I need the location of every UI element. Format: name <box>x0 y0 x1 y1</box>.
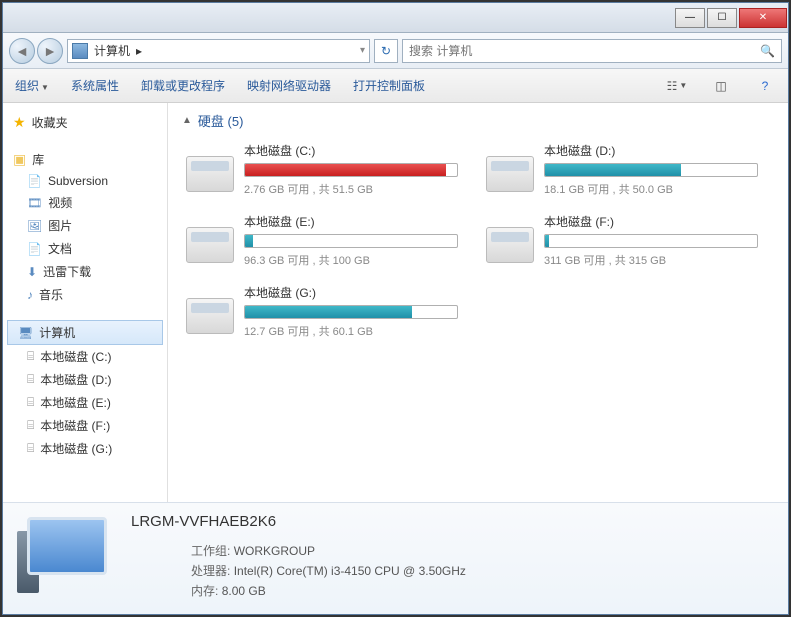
computer-name: LRGM-VVFHAEB2K6 <box>131 513 774 530</box>
details-pane: LRGM-VVFHAEB2K6 工作组: WORKGROUP 处理器: Inte… <box>3 502 788 614</box>
drive-stats: 311 GB 可用 , 共 315 GB <box>544 252 758 268</box>
capacity-bar <box>544 163 758 177</box>
drive-name: 本地磁盘 (E:) <box>244 213 458 230</box>
address-dropdown-icon[interactable]: ▾ <box>360 45 365 56</box>
minimize-button[interactable]: — <box>675 8 705 28</box>
drive-item[interactable]: 本地磁盘 (F:) 311 GB 可用 , 共 315 GB <box>482 209 762 272</box>
capacity-bar <box>244 234 458 248</box>
navbar: ◄ ► 计算机 ▸ ▾ ↻ 🔍 <box>3 33 788 69</box>
sidebar-library-item[interactable]: 📄Subversion <box>3 171 167 191</box>
explorer-window: — ☐ ✕ ◄ ► 计算机 ▸ ▾ ↻ 🔍 组织▼ 系统属性 卸载或更改程序 映… <box>2 2 789 615</box>
workgroup-row: 工作组: WORKGROUP <box>131 542 774 559</box>
drive-name: 本地磁盘 (D:) <box>544 142 758 159</box>
help-icon[interactable]: ? <box>754 75 776 97</box>
drive-stats: 18.1 GB 可用 , 共 50.0 GB <box>544 181 758 197</box>
drive-icon <box>186 227 234 263</box>
drive-icon <box>486 227 534 263</box>
search-input[interactable] <box>409 44 760 58</box>
drive-item[interactable]: 本地磁盘 (G:) 12.7 GB 可用 , 共 60.1 GB <box>182 280 462 343</box>
sidebar-drive-item[interactable]: ⌸本地磁盘 (E:) <box>3 391 167 414</box>
dl-icon: ⬇ <box>27 265 37 279</box>
preview-pane-icon[interactable]: ◫ <box>710 75 732 97</box>
maximize-button[interactable]: ☐ <box>707 8 737 28</box>
sidebar-computer[interactable]: 🖥 计算机 <box>7 320 163 345</box>
nav-history: ◄ ► <box>9 38 63 64</box>
folder-icon: ▣ <box>13 151 26 168</box>
drive-icon: ⌸ <box>27 349 34 364</box>
star-icon: ★ <box>13 114 26 131</box>
view-options-icon[interactable]: ☷▼ <box>666 75 688 97</box>
search-icon: 🔍 <box>760 44 775 58</box>
address-text: 计算机 <box>94 42 130 59</box>
search-bar[interactable]: 🔍 <box>402 39 782 63</box>
computer-icon: 🖥 <box>18 326 33 340</box>
sidebar-library-item[interactable]: 📄文档 <box>3 237 167 260</box>
breadcrumb-sep: ▸ <box>136 44 142 58</box>
pic-icon: 🖼 <box>27 219 42 233</box>
capacity-bar <box>544 234 758 248</box>
drive-item[interactable]: 本地磁盘 (C:) 2.76 GB 可用 , 共 51.5 GB <box>182 138 462 201</box>
collapse-icon: ▲ <box>182 115 192 126</box>
close-button[interactable]: ✕ <box>739 8 787 28</box>
drive-stats: 12.7 GB 可用 , 共 60.1 GB <box>244 323 458 339</box>
capacity-bar <box>244 163 458 177</box>
drive-icon: ⌸ <box>27 372 34 387</box>
sidebar-library-item[interactable]: ♪音乐 <box>3 283 167 306</box>
titlebar: — ☐ ✕ <box>3 3 788 33</box>
forward-button[interactable]: ► <box>37 38 63 64</box>
toolbar: 组织▼ 系统属性 卸载或更改程序 映射网络驱动器 打开控制面板 ☷▼ ◫ ? <box>3 69 788 103</box>
video-icon: 🎞 <box>27 196 42 210</box>
drive-item[interactable]: 本地磁盘 (D:) 18.1 GB 可用 , 共 50.0 GB <box>482 138 762 201</box>
libraries-header[interactable]: ▣ 库 <box>3 148 167 171</box>
refresh-button[interactable]: ↻ <box>374 39 398 63</box>
doc-icon: 📄 <box>27 174 42 188</box>
sidebar-library-item[interactable]: 🎞视频 <box>3 191 167 214</box>
sidebar-drive-item[interactable]: ⌸本地磁盘 (G:) <box>3 437 167 460</box>
sidebar-drive-item[interactable]: ⌸本地磁盘 (F:) <box>3 414 167 437</box>
music-icon: ♪ <box>27 288 33 302</box>
drive-item[interactable]: 本地磁盘 (E:) 96.3 GB 可用 , 共 100 GB <box>182 209 462 272</box>
address-bar[interactable]: 计算机 ▸ ▾ <box>67 39 370 63</box>
drive-name: 本地磁盘 (C:) <box>244 142 458 159</box>
drive-icon <box>186 298 234 334</box>
content-area: ★ 收藏夹 ▣ 库 📄Subversion🎞视频🖼图片📄文档⬇迅雷下载♪音乐 🖥… <box>3 103 788 502</box>
sidebar-drive-item[interactable]: ⌸本地磁盘 (D:) <box>3 368 167 391</box>
drive-name: 本地磁盘 (F:) <box>544 213 758 230</box>
sidebar-library-item[interactable]: 🖼图片 <box>3 214 167 237</box>
drive-icon: ⌸ <box>27 395 34 410</box>
drive-icon <box>486 156 534 192</box>
computer-large-icon <box>17 513 117 603</box>
favorites-header[interactable]: ★ 收藏夹 <box>3 111 167 134</box>
drive-icon: ⌸ <box>27 418 34 433</box>
drive-icon <box>186 156 234 192</box>
sidebar: ★ 收藏夹 ▣ 库 📄Subversion🎞视频🖼图片📄文档⬇迅雷下载♪音乐 🖥… <box>3 103 168 502</box>
ram-row: 内存: 8.00 GB <box>131 582 774 599</box>
drive-name: 本地磁盘 (G:) <box>244 284 458 301</box>
sidebar-drive-item[interactable]: ⌸本地磁盘 (C:) <box>3 345 167 368</box>
cpu-row: 处理器: Intel(R) Core(TM) i3-4150 CPU @ 3.5… <box>131 562 774 579</box>
back-button[interactable]: ◄ <box>9 38 35 64</box>
doc-icon: 📄 <box>27 242 42 256</box>
map-drive-button[interactable]: 映射网络驱动器 <box>247 77 331 94</box>
capacity-bar <box>244 305 458 319</box>
drive-grid: 本地磁盘 (C:) 2.76 GB 可用 , 共 51.5 GB 本地磁盘 (D… <box>182 138 774 343</box>
drive-icon: ⌸ <box>27 441 34 456</box>
section-header[interactable]: ▲ 硬盘 (5) <box>182 111 774 130</box>
uninstall-button[interactable]: 卸载或更改程序 <box>141 77 225 94</box>
sidebar-library-item[interactable]: ⬇迅雷下载 <box>3 260 167 283</box>
drive-stats: 2.76 GB 可用 , 共 51.5 GB <box>244 181 458 197</box>
system-properties-button[interactable]: 系统属性 <box>71 77 119 94</box>
computer-icon <box>72 43 88 59</box>
control-panel-button[interactable]: 打开控制面板 <box>353 77 425 94</box>
main-pane: ▲ 硬盘 (5) 本地磁盘 (C:) 2.76 GB 可用 , 共 51.5 G… <box>168 103 788 502</box>
organize-menu[interactable]: 组织▼ <box>15 77 49 94</box>
drive-stats: 96.3 GB 可用 , 共 100 GB <box>244 252 458 268</box>
